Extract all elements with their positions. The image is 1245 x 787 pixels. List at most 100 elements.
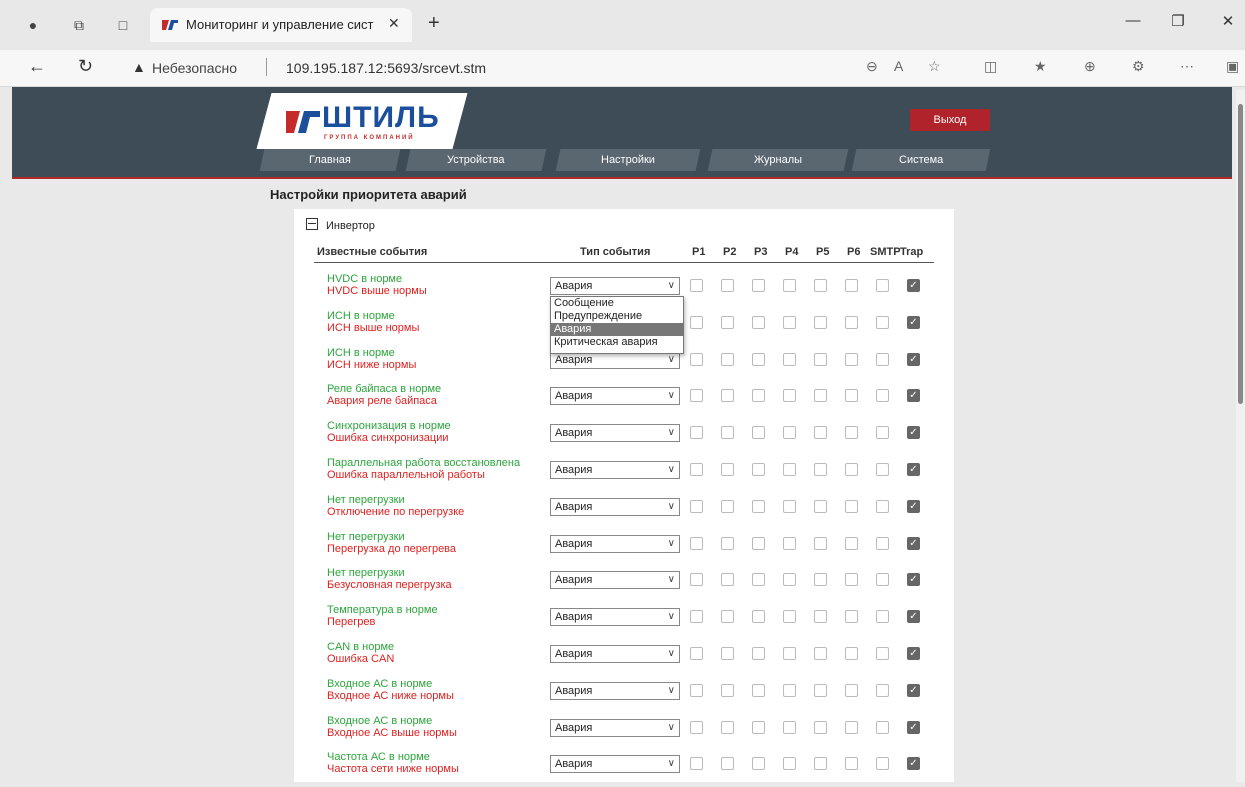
scroll-thumb[interactable] — [1238, 104, 1243, 404]
checkbox-trap[interactable]: ✓ — [907, 279, 920, 292]
checkbox-smtp[interactable] — [876, 463, 889, 476]
checkbox-p6[interactable] — [845, 389, 858, 403]
checkbox-p4[interactable] — [783, 573, 796, 587]
checkbox-p2[interactable] — [721, 720, 734, 734]
checkbox-p5[interactable] — [814, 352, 827, 366]
checkbox-p3[interactable] — [752, 610, 765, 624]
checkbox-p2[interactable] — [721, 499, 734, 513]
checkbox-p5[interactable] — [814, 720, 827, 734]
checkbox-trap[interactable]: ✓ — [907, 683, 920, 697]
checkbox-p4[interactable] — [783, 610, 796, 624]
checkbox-trap[interactable]: ✓ — [907, 463, 920, 476]
checkbox-trap[interactable]: ✓ — [907, 389, 920, 403]
checkbox-p2[interactable] — [721, 389, 734, 403]
menu-item-system[interactable]: Система — [851, 149, 991, 171]
checkbox-p2[interactable] — [721, 647, 734, 660]
checkbox-p5[interactable] — [814, 499, 827, 513]
extensions-icon[interactable]: ⚙ — [1132, 58, 1145, 75]
event-type-select[interactable]: Авария ∨ — [550, 755, 680, 774]
reload-icon[interactable]: ↻ — [78, 56, 93, 77]
checkbox-p2[interactable] — [721, 536, 734, 550]
checkbox-p1[interactable] — [690, 573, 703, 587]
checkbox-p4[interactable] — [783, 683, 796, 697]
new-tab-icon[interactable]: + — [428, 12, 440, 35]
checkbox-trap[interactable]: ✓ — [907, 315, 920, 329]
checkbox-smtp[interactable] — [876, 610, 889, 624]
checkbox-p3[interactable] — [752, 683, 765, 697]
checkbox-p6[interactable] — [845, 647, 858, 660]
favorite-star-icon[interactable]: ☆ — [928, 58, 941, 75]
checkbox-p4[interactable] — [783, 315, 796, 329]
checkbox-trap[interactable]: ✓ — [907, 720, 920, 734]
checkbox-p5[interactable] — [814, 389, 827, 403]
checkbox-p1[interactable] — [690, 426, 703, 440]
read-aloud-icon[interactable]: A — [894, 58, 903, 74]
checkbox-smtp[interactable] — [876, 389, 889, 403]
checkbox-p4[interactable] — [783, 279, 796, 292]
checkbox-p3[interactable] — [752, 279, 765, 292]
checkbox-p3[interactable] — [752, 757, 765, 771]
event-type-select[interactable]: Авария ∨ — [550, 277, 680, 295]
checkbox-trap[interactable]: ✓ — [907, 610, 920, 624]
checkbox-p4[interactable] — [783, 720, 796, 734]
checkbox-smtp[interactable] — [876, 573, 889, 587]
sidebar-icon[interactable]: ▣ — [1226, 58, 1239, 75]
menu-item-settings[interactable]: Настройки — [555, 149, 701, 171]
menu-item-devices[interactable]: Устройства — [405, 149, 547, 171]
checkbox-trap[interactable]: ✓ — [907, 426, 920, 440]
checkbox-p6[interactable] — [845, 315, 858, 329]
checkbox-p3[interactable] — [752, 315, 765, 329]
workspaces-icon[interactable]: ⧉ — [70, 16, 88, 34]
tab-actions-icon[interactable]: □ — [114, 16, 132, 34]
checkbox-p2[interactable] — [721, 352, 734, 366]
checkbox-p4[interactable] — [783, 426, 796, 440]
minimize-icon[interactable]: — — [1118, 12, 1148, 29]
zoom-icon[interactable]: ⊖ — [866, 58, 878, 75]
checkbox-p2[interactable] — [721, 315, 734, 329]
checkbox-p2[interactable] — [721, 426, 734, 440]
checkbox-p6[interactable] — [845, 610, 858, 624]
checkbox-p6[interactable] — [845, 536, 858, 550]
checkbox-trap[interactable]: ✓ — [907, 499, 920, 513]
checkbox-p1[interactable] — [690, 610, 703, 624]
checkbox-p1[interactable] — [690, 757, 703, 771]
checkbox-p1[interactable] — [690, 720, 703, 734]
checkbox-p1[interactable] — [690, 499, 703, 513]
checkbox-p6[interactable] — [845, 499, 858, 513]
url-field[interactable]: ▲ Небезопасно 109.195.187.12:5693/srcevt… — [118, 54, 938, 82]
back-icon[interactable]: ← — [28, 56, 46, 77]
split-screen-icon[interactable]: ◫ — [984, 58, 997, 75]
event-type-select[interactable]: Авария ∨ — [550, 645, 680, 663]
checkbox-p5[interactable] — [814, 610, 827, 624]
checkbox-p3[interactable] — [752, 536, 765, 550]
dropdown-option[interactable]: Авария — [551, 323, 683, 336]
checkbox-p6[interactable] — [845, 463, 858, 476]
checkbox-p5[interactable] — [814, 536, 827, 550]
checkbox-p2[interactable] — [721, 279, 734, 292]
checkbox-p4[interactable] — [783, 389, 796, 403]
checkbox-smtp[interactable] — [876, 499, 889, 513]
checkbox-trap[interactable]: ✓ — [907, 757, 920, 771]
checkbox-p6[interactable] — [845, 720, 858, 734]
checkbox-p6[interactable] — [845, 757, 858, 771]
checkbox-p4[interactable] — [783, 536, 796, 550]
checkbox-p4[interactable] — [783, 463, 796, 476]
dropdown-option[interactable]: Критическая авария — [551, 336, 683, 349]
checkbox-p3[interactable] — [752, 463, 765, 476]
checkbox-p6[interactable] — [845, 426, 858, 440]
checkbox-p5[interactable] — [814, 426, 827, 440]
checkbox-p2[interactable] — [721, 573, 734, 587]
restore-icon[interactable]: ❐ — [1163, 12, 1193, 30]
checkbox-smtp[interactable] — [876, 536, 889, 550]
checkbox-smtp[interactable] — [876, 720, 889, 734]
checkbox-p1[interactable] — [690, 352, 703, 366]
menu-item-home[interactable]: Главная — [259, 149, 401, 171]
checkbox-p3[interactable] — [752, 352, 765, 366]
checkbox-p6[interactable] — [845, 279, 858, 292]
checkbox-p2[interactable] — [721, 757, 734, 771]
checkbox-p5[interactable] — [814, 463, 827, 476]
checkbox-p3[interactable] — [752, 720, 765, 734]
logo[interactable]: ШТИЛЬ ГРУППА КОМПАНИЙ — [280, 93, 460, 149]
event-type-select[interactable]: Авария ∨ — [550, 681, 680, 700]
checkbox-p3[interactable] — [752, 573, 765, 587]
